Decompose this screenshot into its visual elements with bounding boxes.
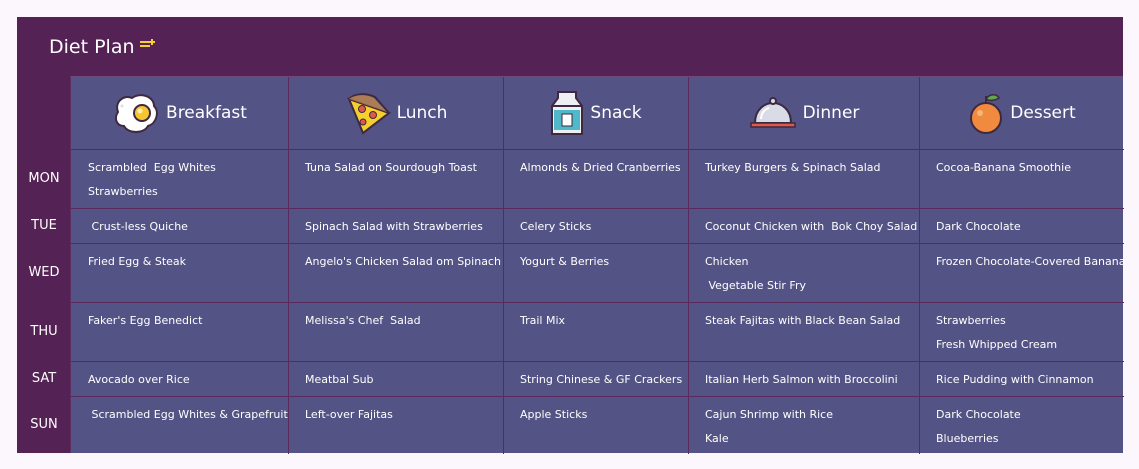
cell-wed-dinner[interactable]: Chicken Vegetable Stir Fry xyxy=(689,244,919,302)
title-bar: Diet Plan xyxy=(17,17,1123,76)
meal-item: Celery Sticks xyxy=(520,220,592,233)
meal-item: Strawberries xyxy=(936,314,1006,327)
cell-sun-breakfast[interactable]: Scrambled Egg Whites & Grapefruit xyxy=(71,397,288,454)
meal-item: Faker's Egg Benedict xyxy=(88,314,203,327)
meal-item: Scrambled Egg Whites & Grapefruit xyxy=(88,408,288,421)
fried-egg-icon xyxy=(115,94,158,133)
page-title-group: Diet Plan xyxy=(49,36,155,58)
cell-thu-lunch[interactable]: Melissa's Chef Salad xyxy=(289,303,503,361)
cell-sun-dessert[interactable]: Dark Chocolate Blueberries xyxy=(920,397,1124,454)
cell-wed-lunch[interactable]: Angelo's Chicken Salad om Spinach xyxy=(289,244,503,302)
cell-tue-snack[interactable]: Celery Sticks xyxy=(504,209,688,243)
header-label: Snack xyxy=(590,103,642,123)
meal-item: Coconut Chicken with Bok Choy Salad xyxy=(705,220,918,233)
header-label: Dinner xyxy=(802,103,860,123)
cell-tue-breakfast[interactable]: Crust-less Quiche xyxy=(71,209,288,243)
meal-item: Vegetable Stir Fry xyxy=(705,279,806,292)
meal-item: Yogurt & Berries xyxy=(520,255,610,268)
meal-item: Crust-less Quiche xyxy=(88,220,188,233)
header-label: Dessert xyxy=(1010,103,1076,123)
meal-item: Chicken xyxy=(705,255,749,268)
meal-item: Fresh Whipped Cream xyxy=(936,338,1058,351)
meal-item: Scrambled Egg Whites xyxy=(88,161,216,174)
cell-mon-dessert[interactable]: Cocoa-Banana Smoothie xyxy=(920,150,1124,208)
meal-item: Tuna Salad on Sourdough Toast xyxy=(305,161,477,174)
cell-sat-dinner[interactable]: Italian Herb Salmon with Broccolini xyxy=(689,362,919,396)
cell-thu-snack[interactable]: Trail Mix xyxy=(504,303,688,361)
cell-wed-dessert[interactable]: Frozen Chocolate-Covered Banana xyxy=(920,244,1126,302)
meal-item: Dark Chocolate xyxy=(936,220,1021,233)
meal-item: Fried Egg & Steak xyxy=(88,255,187,268)
meal-item: Blueberries xyxy=(936,432,999,445)
header-label: Breakfast xyxy=(166,103,247,123)
cell-wed-snack[interactable]: Yogurt & Berries xyxy=(504,244,688,302)
day-label-tue: TUE xyxy=(31,218,57,233)
orange-fruit-icon xyxy=(970,94,1003,134)
cell-wed-breakfast[interactable]: Fried Egg & Steak xyxy=(71,244,288,302)
day-label-mon: MON xyxy=(28,171,60,186)
meal-table: Breakfast Lunch Snack Dinner Dessert Scr… xyxy=(70,76,1126,454)
page-title: Diet Plan xyxy=(49,35,135,58)
cell-tue-dinner[interactable]: Coconut Chicken with Bok Choy Salad xyxy=(689,209,919,243)
meal-item: Trail Mix xyxy=(520,314,566,327)
cell-sun-lunch[interactable]: Left-over Fajitas xyxy=(289,397,503,454)
header-label: Lunch xyxy=(396,103,448,123)
cell-mon-lunch[interactable]: Tuna Salad on Sourdough Toast xyxy=(289,150,503,208)
cloche-icon xyxy=(749,97,796,128)
cell-sat-lunch[interactable]: Meatbal Sub xyxy=(289,362,503,396)
diet-plan-panel: Diet Plan MON TUE WED THU SAT SUN Breakf… xyxy=(17,17,1126,454)
meal-item: String Chinese & GF Crackers xyxy=(520,373,683,386)
edit-list-icon[interactable] xyxy=(139,33,155,55)
cell-tue-lunch[interactable]: Spinach Salad with Strawberries xyxy=(289,209,503,243)
meal-item: Italian Herb Salmon with Broccolini xyxy=(705,373,898,386)
cell-mon-breakfast[interactable]: Scrambled Egg Whites Strawberries xyxy=(71,150,288,208)
cell-sat-snack[interactable]: String Chinese & GF Crackers xyxy=(504,362,688,396)
header-snack: Snack xyxy=(504,77,688,149)
cell-mon-dinner[interactable]: Turkey Burgers & Spinach Salad xyxy=(689,150,919,208)
cell-tue-dessert[interactable]: Dark Chocolate xyxy=(920,209,1124,243)
meal-item: Apple Sticks xyxy=(520,408,588,421)
cell-thu-dinner[interactable]: Steak Fajitas with Black Bean Salad xyxy=(689,303,919,361)
header-lunch: Lunch xyxy=(289,77,503,149)
day-label-sun: SUN xyxy=(30,417,58,432)
meal-item: Left-over Fajitas xyxy=(305,408,393,421)
milk-carton-icon xyxy=(551,91,584,135)
header-dinner: Dinner xyxy=(689,77,919,149)
meal-item: Steak Fajitas with Black Bean Salad xyxy=(705,314,901,327)
meal-item: Frozen Chocolate-Covered Banana xyxy=(936,255,1126,268)
meal-item: Strawberries xyxy=(88,185,158,198)
meal-item: Dark Chocolate xyxy=(936,408,1021,421)
meal-item: Meatbal Sub xyxy=(305,373,374,386)
meal-item: Cocoa-Banana Smoothie xyxy=(936,161,1071,174)
day-label-sat: SAT xyxy=(31,371,57,386)
pizza-slice-icon xyxy=(346,93,391,135)
header-breakfast: Breakfast xyxy=(71,77,288,149)
meal-item: Avocado over Rice xyxy=(88,373,190,386)
meal-item: Cajun Shrimp with Rice xyxy=(705,408,833,421)
meal-item: Melissa's Chef Salad xyxy=(305,314,421,327)
day-label-thu: THU xyxy=(30,324,58,339)
cell-sun-dinner[interactable]: Cajun Shrimp with Rice Kale xyxy=(689,397,919,454)
cell-sat-dessert[interactable]: Rice Pudding with Cinnamon xyxy=(920,362,1124,396)
meal-item: Rice Pudding with Cinnamon xyxy=(936,373,1094,386)
meal-item: Kale xyxy=(705,432,729,445)
header-dessert: Dessert xyxy=(920,77,1124,149)
meal-item: Turkey Burgers & Spinach Salad xyxy=(705,161,881,174)
meal-item: Spinach Salad with Strawberries xyxy=(305,220,483,233)
cell-thu-breakfast[interactable]: Faker's Egg Benedict xyxy=(71,303,288,361)
cell-sun-snack[interactable]: Apple Sticks xyxy=(504,397,688,454)
day-label-wed: WED xyxy=(28,265,60,280)
cell-mon-snack[interactable]: Almonds & Dried Cranberries xyxy=(504,150,688,208)
cell-thu-dessert[interactable]: Strawberries Fresh Whipped Cream xyxy=(920,303,1124,361)
meal-item: Almonds & Dried Cranberries xyxy=(520,161,681,174)
meal-item: Angelo's Chicken Salad om Spinach xyxy=(305,255,501,268)
cell-sat-breakfast[interactable]: Avocado over Rice xyxy=(71,362,288,396)
